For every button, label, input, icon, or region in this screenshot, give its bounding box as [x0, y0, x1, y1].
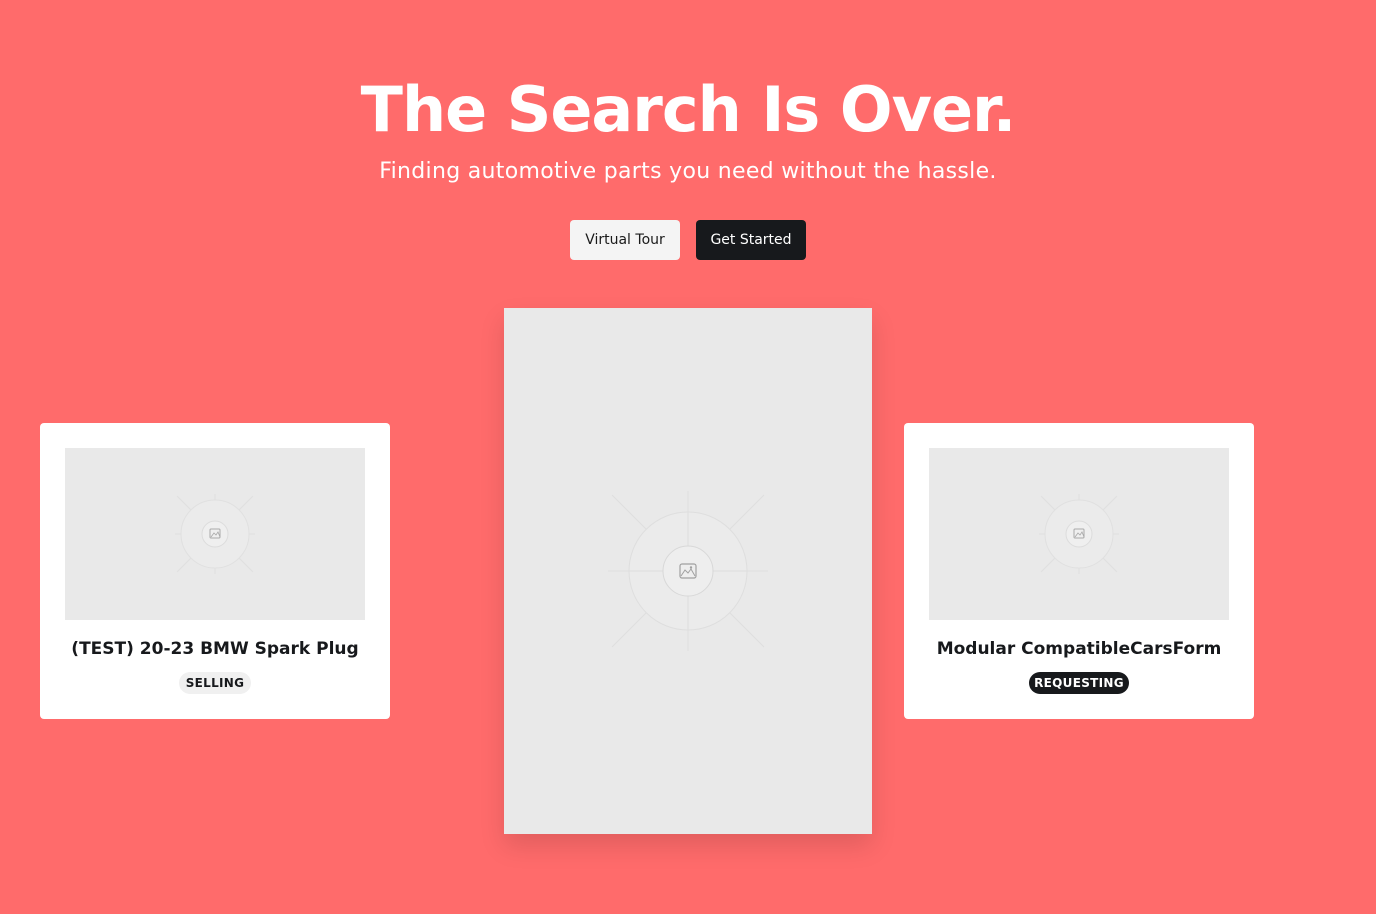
product-card-selling[interactable]: (TEST) 20-23 BMW Spark Plug SELLING — [40, 423, 390, 719]
product-title[interactable]: (TEST) 20-23 BMW Spark Plug — [40, 637, 390, 661]
product-image-placeholder — [929, 448, 1229, 620]
product-image-placeholder — [65, 448, 365, 620]
hero-subtitle: Finding automotive parts you need withou… — [379, 159, 997, 184]
product-card-requesting[interactable]: Modular CompatibleCarsForm REQUESTING — [904, 423, 1254, 719]
virtual-tour-button[interactable]: Virtual Tour — [570, 220, 680, 260]
image-placeholder-icon — [608, 491, 768, 651]
image-placeholder-icon — [1039, 494, 1119, 574]
image-placeholder-icon — [175, 494, 255, 574]
get-started-button[interactable]: Get Started — [696, 220, 806, 260]
product-title[interactable]: Modular CompatibleCarsForm — [904, 637, 1254, 661]
status-badge: SELLING — [179, 672, 251, 694]
status-badge: REQUESTING — [1029, 672, 1129, 694]
hero-title: The Search Is Over. — [360, 73, 1017, 146]
featured-image-placeholder — [504, 308, 872, 834]
